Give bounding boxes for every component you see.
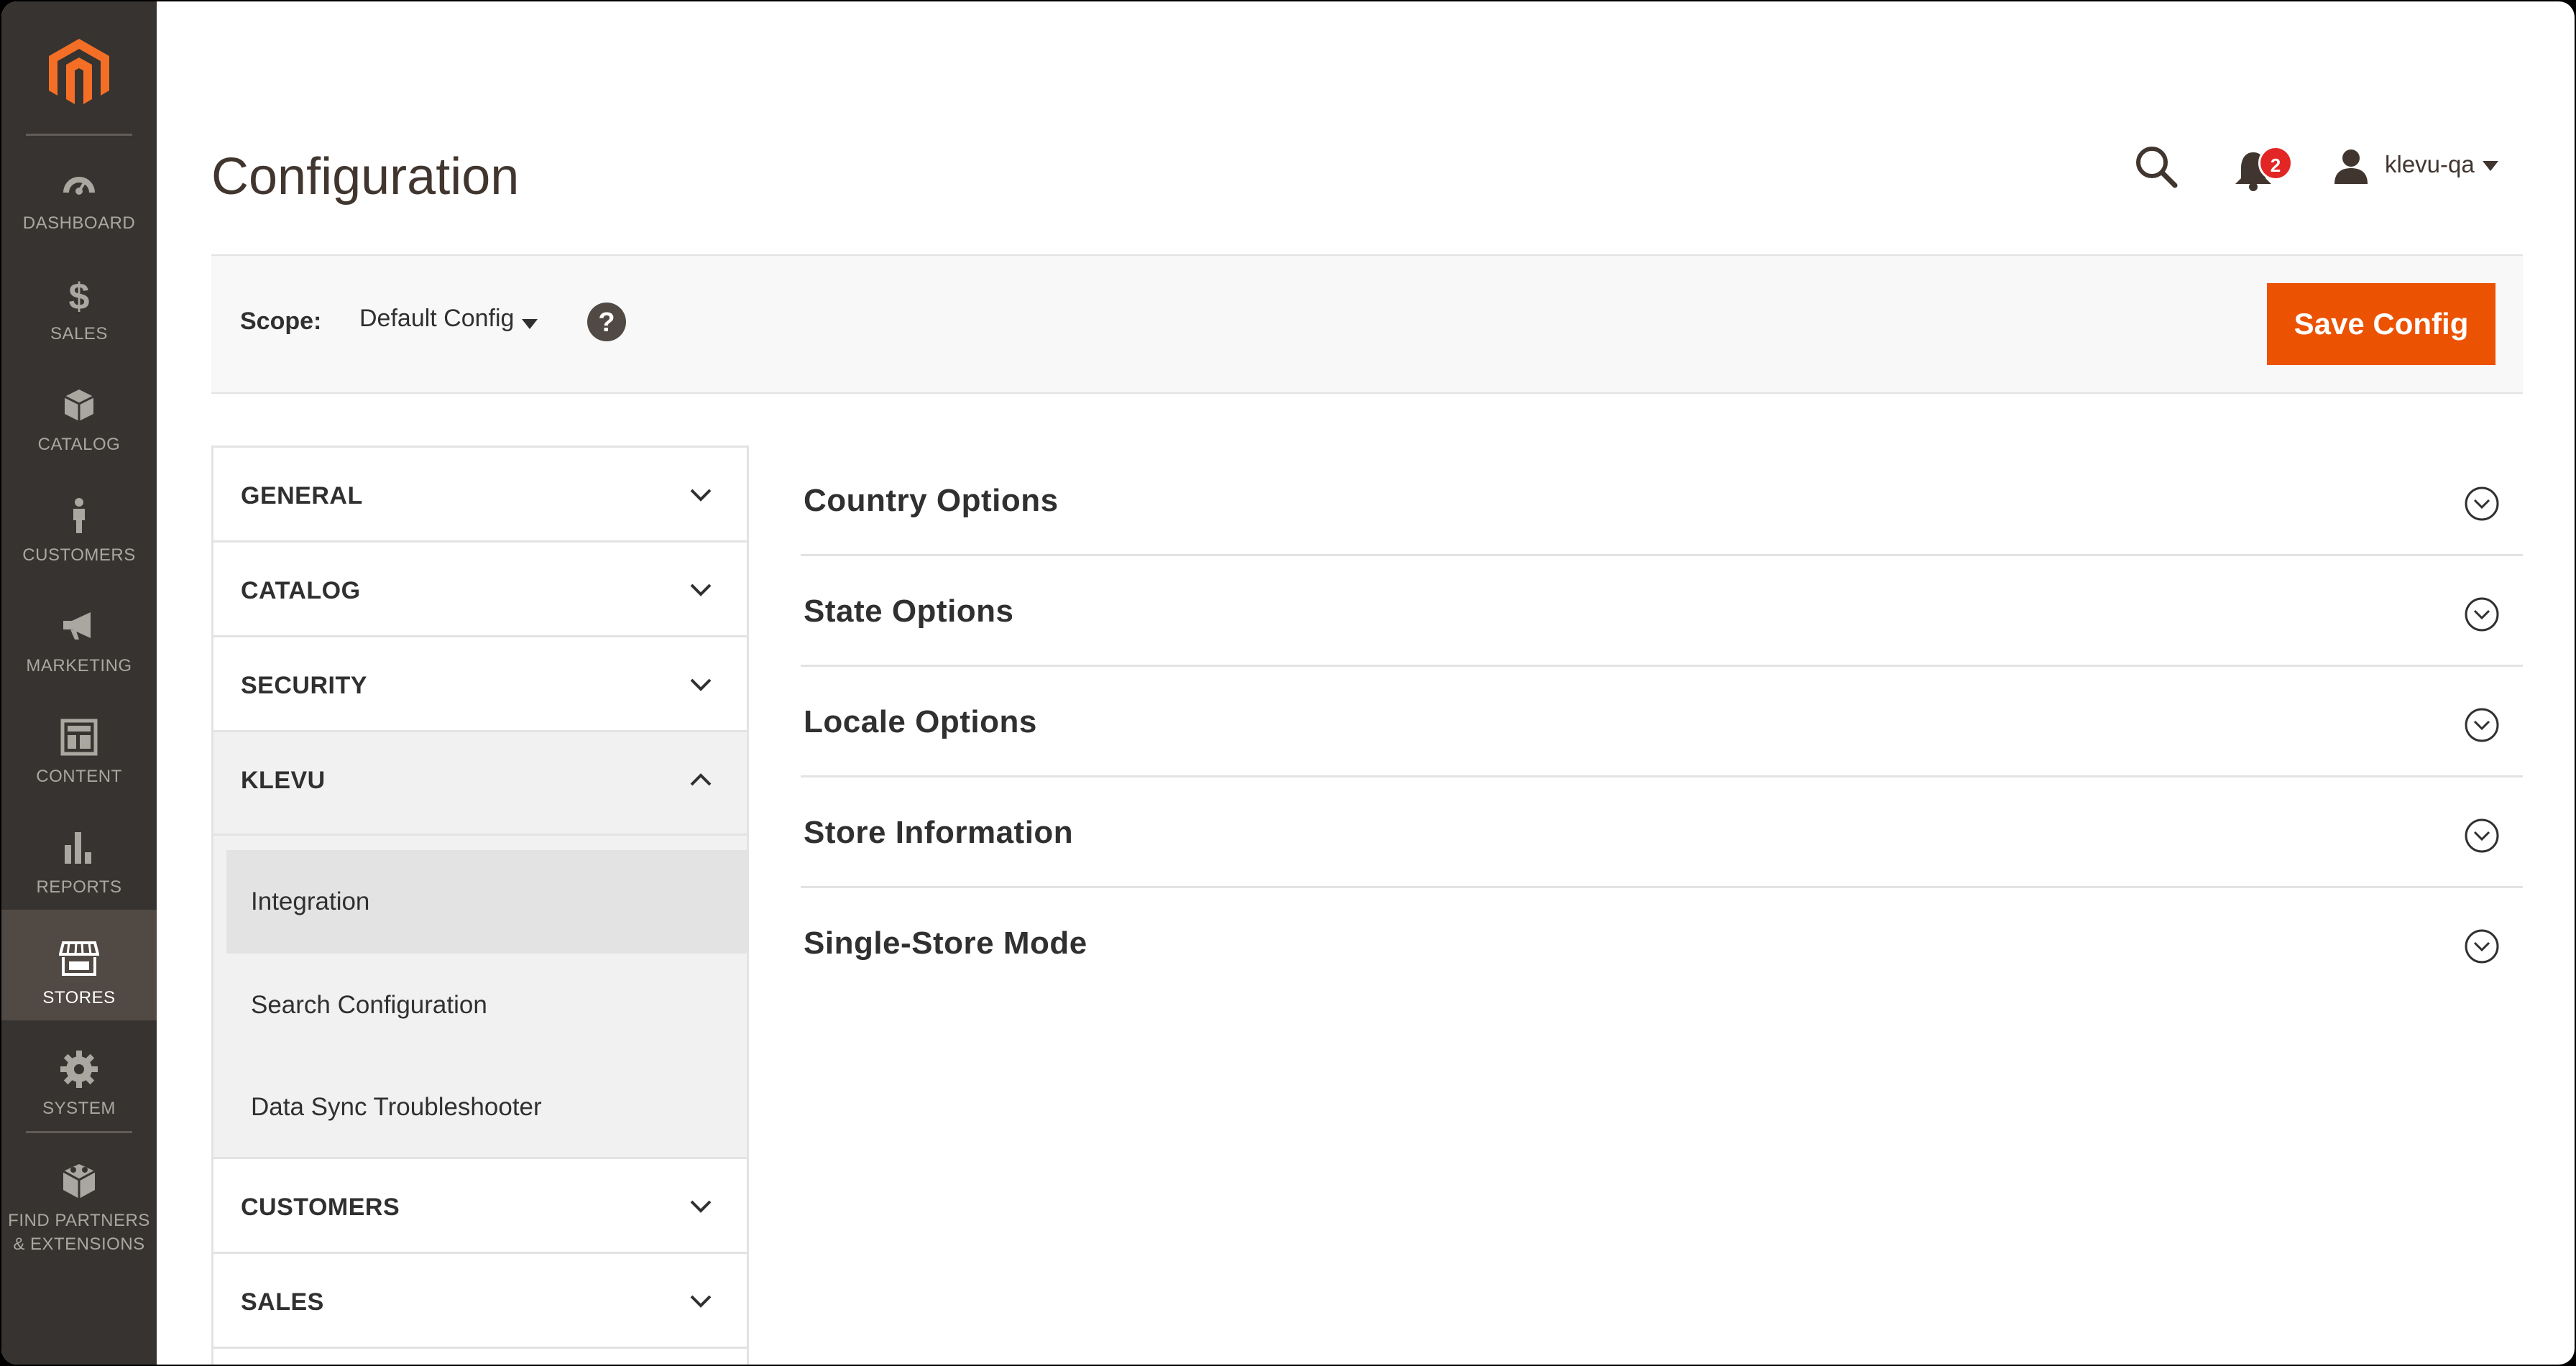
tab-title: SECURITY xyxy=(241,672,367,699)
svg-text:$: $ xyxy=(69,276,90,315)
section-single-store-mode[interactable]: Single-Store Mode xyxy=(801,888,2523,999)
storefront-icon xyxy=(59,941,99,976)
nav-label: REPORTS xyxy=(36,877,122,897)
section-locale-options[interactable]: Locale Options xyxy=(801,667,2523,777)
nav-label: MARKETING xyxy=(26,656,132,675)
svg-text:?: ? xyxy=(598,308,615,338)
caret-down-icon[interactable] xyxy=(2483,161,2498,171)
nav-item-dashboard[interactable]: DASHBOARD xyxy=(1,135,157,246)
search-icon[interactable] xyxy=(2133,144,2179,190)
section-title: Country Options xyxy=(804,483,1059,518)
section-title: Locale Options xyxy=(804,704,1037,739)
dollar-icon: $ xyxy=(69,276,90,315)
nav-item-customers[interactable]: CUSTOMERS xyxy=(1,467,157,578)
app-window: DASHBOARD $ SALES CATALOG CUSTOMERS MARK… xyxy=(1,1,2575,1365)
person-icon xyxy=(73,498,85,533)
nav-label: SALES xyxy=(50,324,108,343)
notification-badge[interactable]: 2 xyxy=(2258,146,2293,180)
user-name[interactable]: klevu-qa xyxy=(2385,151,2475,178)
dashboard-icon xyxy=(63,177,95,195)
section-title: Single-Store Mode xyxy=(804,926,1087,961)
chevron-down-icon xyxy=(690,1200,712,1213)
magento-logo-icon[interactable] xyxy=(46,36,112,108)
nav-label: FIND PARTNERS & EXTENSIONS xyxy=(8,1211,150,1254)
nav-label: DASHBOARD xyxy=(22,213,136,233)
submenu-item-data-sync-troubleshooter[interactable]: Data Sync Troubleshooter xyxy=(226,1056,747,1159)
save-config-button[interactable]: Save Config xyxy=(2267,283,2496,365)
layout-icon xyxy=(60,719,98,756)
tab-security[interactable]: SECURITY xyxy=(213,637,747,732)
box-icon xyxy=(64,389,94,421)
submenu-item-integration[interactable]: Integration xyxy=(226,850,747,954)
nav-label: CUSTOMERS xyxy=(22,545,136,565)
caret-down-icon[interactable] xyxy=(522,319,538,329)
gear-icon xyxy=(60,1051,98,1088)
nav-item-reports[interactable]: REPORTS xyxy=(1,799,157,910)
nav-item-stores[interactable]: STORES xyxy=(1,910,157,1020)
tab-customers[interactable]: CUSTOMERS xyxy=(213,1159,747,1254)
section-title: Store Information xyxy=(804,815,1074,850)
extension-box-icon xyxy=(63,1164,96,1199)
chevron-up-icon xyxy=(690,773,712,786)
admin-sidebar: DASHBOARD $ SALES CATALOG CUSTOMERS MARK… xyxy=(1,1,157,1365)
section-state-options[interactable]: State Options xyxy=(801,556,2523,667)
config-tabs: GENERAL CATALOG SECURITY KLEVU Integrati… xyxy=(211,446,749,1365)
nav-item-system[interactable]: SYSTEM xyxy=(1,1020,157,1131)
nav-item-marketing[interactable]: MARKETING xyxy=(1,578,157,688)
tab-catalog[interactable]: CATALOG xyxy=(213,543,747,637)
tab-title: GENERAL xyxy=(241,482,363,509)
tab-title: CATALOG xyxy=(241,577,361,604)
nav-item-sales[interactable]: $ SALES xyxy=(1,246,157,356)
nav-label: CATALOG xyxy=(37,435,121,454)
expand-circle-icon[interactable] xyxy=(2464,928,2500,964)
expand-circle-icon[interactable] xyxy=(2464,707,2500,743)
tab-title: CUSTOMERS xyxy=(241,1194,400,1221)
nav-item-catalog[interactable]: CATALOG xyxy=(1,356,157,467)
chevron-down-icon xyxy=(690,489,712,502)
nav-item-find-partners[interactable]: FIND PARTNERS & EXTENSIONS xyxy=(1,1132,157,1262)
expand-circle-icon[interactable] xyxy=(2464,596,2500,632)
klevu-submenu: Integration Search Configuration Data Sy… xyxy=(213,836,747,1159)
nav-item-content[interactable]: CONTENT xyxy=(1,688,157,799)
scope-bar: Scope: Default Config ? Save Config xyxy=(211,254,2523,394)
tab-sales[interactable]: SALES xyxy=(213,1254,747,1349)
chevron-down-icon xyxy=(690,583,712,596)
nav-label: SYSTEM xyxy=(42,1099,116,1118)
submenu-item-search-configuration[interactable]: Search Configuration xyxy=(226,954,747,1057)
help-icon[interactable]: ? xyxy=(586,302,627,342)
section-store-information[interactable]: Store Information xyxy=(801,777,2523,888)
chevron-down-icon xyxy=(690,1295,712,1308)
nav-label: CONTENT xyxy=(36,767,122,786)
expand-circle-icon[interactable] xyxy=(2464,486,2500,522)
user-icon[interactable] xyxy=(2333,148,2369,184)
tab-general[interactable]: GENERAL xyxy=(213,448,747,543)
section-title: State Options xyxy=(804,594,1014,629)
page-title: Configuration xyxy=(211,148,520,206)
megaphone-icon xyxy=(63,612,91,640)
scope-label: Scope: xyxy=(240,308,322,335)
nav-label: STORES xyxy=(42,988,116,1007)
bar-chart-icon xyxy=(65,832,91,864)
tab-title: SALES xyxy=(241,1288,324,1316)
tab-klevu[interactable]: KLEVU xyxy=(213,732,747,836)
chevron-down-icon xyxy=(690,678,712,691)
section-country-options[interactable]: Country Options xyxy=(801,446,2523,556)
tab-title: KLEVU xyxy=(241,767,326,794)
expand-circle-icon[interactable] xyxy=(2464,818,2500,854)
